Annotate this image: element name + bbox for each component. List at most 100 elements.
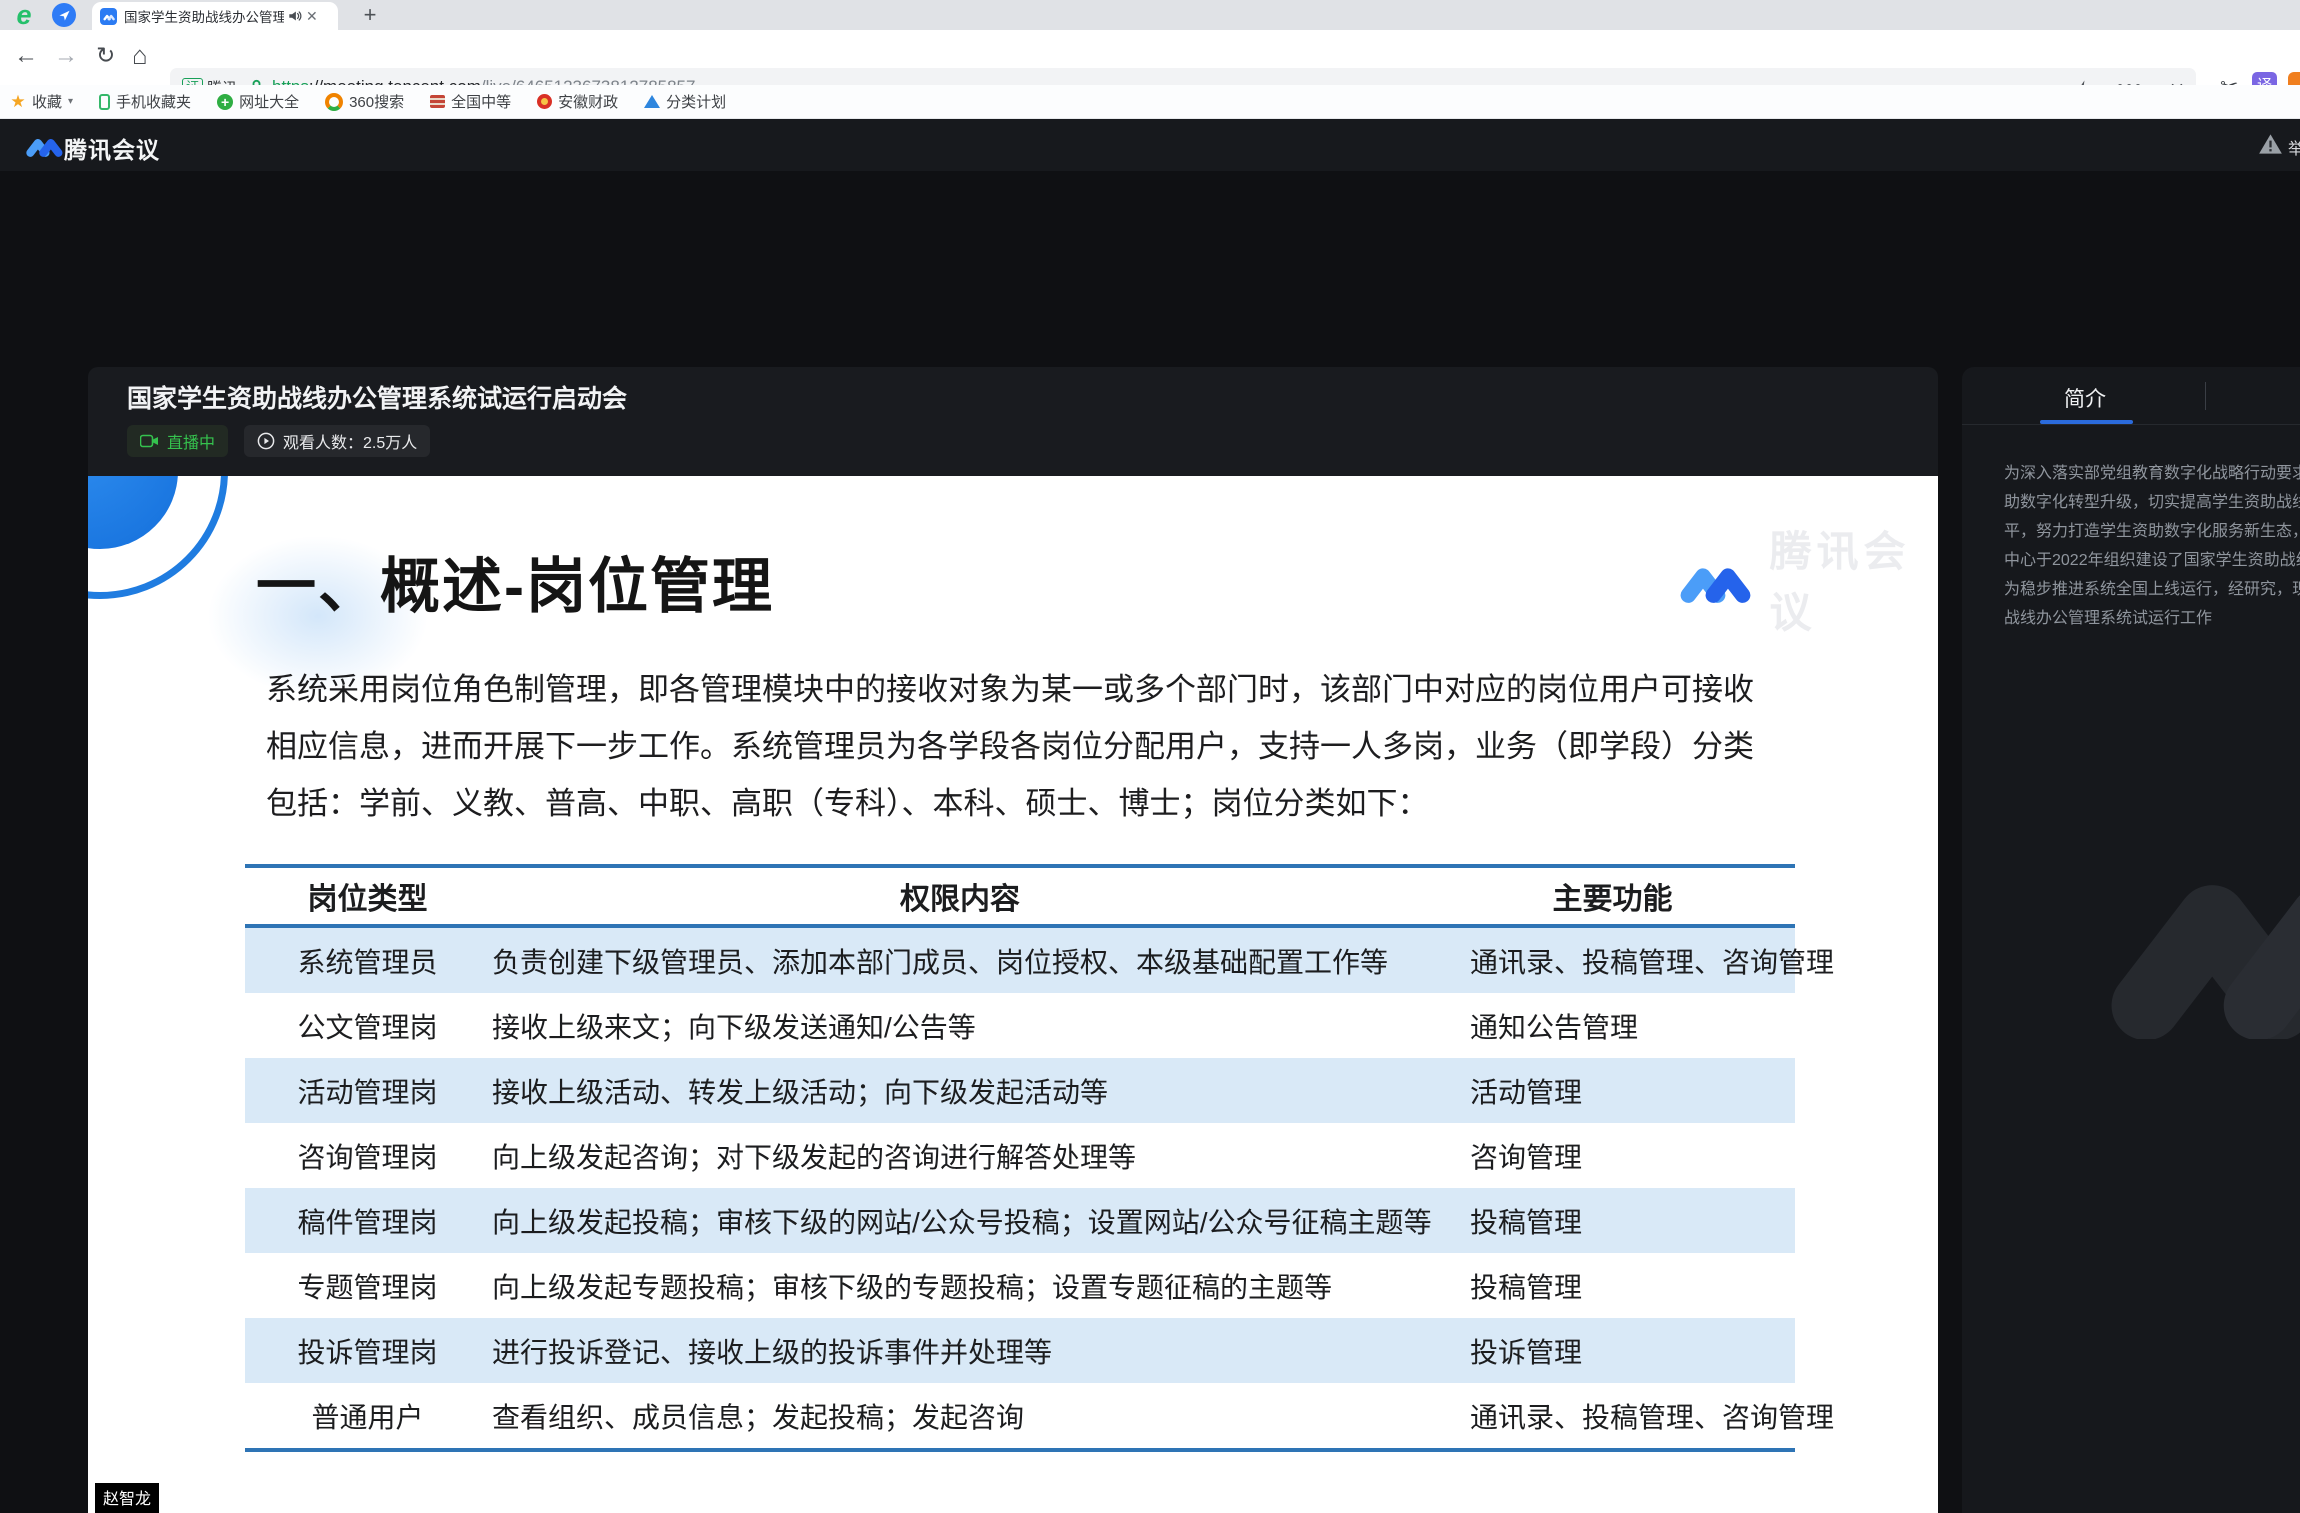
bookmark-item[interactable]: 网址大全: [217, 91, 299, 112]
table-row: 稿件管理岗向上级发起投稿；审核下级的网站/公众号投稿；设置网站/公众号征稿主题等…: [245, 1188, 1795, 1253]
bookmark-item[interactable]: 手机收藏夹: [99, 91, 191, 112]
table-cell: 普通用户: [245, 1396, 490, 1436]
paragraph-line: 相应信息，进而开展下一步工作。系统管理员为各学段各岗位分配用户，支持一人多岗，业…: [266, 718, 1754, 775]
slide-watermark: 腾讯会议: [1678, 518, 1938, 640]
slide-paragraph: 系统采用岗位角色制管理，即各管理模块中的接收对象为某一或多个部门时，该部门中对应…: [266, 661, 1754, 832]
tab-close-icon[interactable]: ✕: [306, 9, 318, 23]
table-row: 系统管理员负责创建下级管理员、添加本部门成员、岗位授权、本级基础配置工作等通讯录…: [245, 928, 1795, 993]
live-video-card: 国家学生资助战线办公管理系统试运行启动会 直播中 观看人数：2.5万人: [88, 367, 1938, 1513]
table-row: 专题管理岗向上级发起专题投稿；审核下级的专题投稿；设置专题征稿的主题等投稿管理: [245, 1253, 1795, 1318]
table-cell: 投诉管理: [1430, 1331, 1795, 1371]
bookmark-item[interactable]: 分类计划: [644, 91, 726, 112]
tencent-meeting-watermark-icon: [2100, 827, 2300, 1039]
page-background: 国家学生资助战线办公管理系统试运行启动会 直播中 观看人数：2.5万人: [0, 171, 2300, 1342]
slide-title: 一、概述-岗位管理: [256, 538, 774, 625]
description-line: 助数字化转型升级，切实提高学生资助战线办: [2004, 488, 2300, 517]
intro-description: 为深入落实部党组教育数字化战略行动要求，助数字化转型升级，切实提高学生资助战线办…: [2004, 459, 2300, 633]
table-row: 活动管理岗接收上级活动、转发上级活动；向下级发起活动等活动管理: [245, 1058, 1795, 1123]
table-row: 普通用户查看组织、成员信息；发起投稿；发起咨询通讯录、投稿管理、咨询管理: [245, 1383, 1795, 1448]
table-cell: 接收上级活动、转发上级活动；向下级发起活动等: [490, 1071, 1430, 1111]
paragraph-line: 包括：学前、义教、普高、中职、高职（专科）、本科、硕士、博士；岗位分类如下：: [266, 775, 1754, 832]
table-cell: 公文管理岗: [245, 1006, 490, 1046]
meeting-header: 腾讯会议 举: [0, 119, 2300, 172]
table-cell: 通讯录、投稿管理、咨询管理: [1430, 941, 1834, 981]
tab-speaker-icon[interactable]: [288, 9, 302, 23]
bookmark-label: 收藏: [32, 91, 62, 112]
table-cell: 接收上级来文；向下级发送通知/公告等: [490, 1006, 1430, 1046]
description-line: 战线办公管理系统试运行工作: [2004, 604, 2300, 633]
description-line: 平，努力打造学生资助数字化服务新生态，全: [2004, 517, 2300, 546]
speaker-name-tag: 赵智龙: [95, 1483, 159, 1513]
table-header-row: 岗位类型 权限内容 主要功能: [245, 868, 1795, 928]
bookmark-label: 360搜索: [349, 91, 404, 112]
table-row: 公文管理岗接收上级来文；向下级发送通知/公告等通知公告管理: [245, 993, 1795, 1058]
bookmark-item[interactable]: 360搜索: [325, 91, 404, 112]
report-link[interactable]: 举: [2288, 135, 2300, 159]
live-badge-label: 直播中: [167, 429, 215, 453]
table-cell: 咨询管理: [1430, 1136, 1795, 1176]
table-cell: 负责创建下级管理员、添加本部门成员、岗位授权、本级基础配置工作等: [490, 941, 1430, 981]
browser-tab-bar: e 国家学生资助战线办公管理 ✕: [0, 0, 2300, 30]
table-cell: 向上级发起咨询；对下级发起的咨询进行解答处理等: [490, 1136, 1430, 1176]
bookmark-item[interactable]: 安徽财政: [537, 91, 618, 112]
roles-table: 岗位类型 权限内容 主要功能 系统管理员负责创建下级管理员、添加本部门成员、岗位…: [245, 864, 1795, 1452]
play-circle-icon: [257, 432, 275, 450]
bookmark-label: 手机收藏夹: [116, 91, 191, 112]
warning-icon[interactable]: [2258, 133, 2283, 155]
paper-plane-icon: [58, 9, 71, 22]
tencent-meeting-favicon-icon: [100, 8, 117, 25]
tab-intro[interactable]: 简介: [2064, 383, 2106, 413]
watermark-text: 腾讯会议: [1769, 518, 1938, 640]
bookmark-label: 分类计划: [666, 91, 726, 112]
refresh-icon[interactable]: [96, 42, 115, 69]
paragraph-line: 系统采用岗位角色制管理，即各管理模块中的接收对象为某一或多个部门时，该部门中对应…: [266, 661, 1754, 718]
active-tab-underline: [2040, 420, 2133, 424]
meeting-sidebar: 简介 为深入落实部党组教育数字化战略行动要求，助数字化转型升级，切实提高学生资助…: [1962, 367, 2300, 1513]
browser-360-logo-icon[interactable]: e: [10, 1, 38, 29]
table-cell: 查看组织、成员信息；发起投稿；发起咨询: [490, 1396, 1430, 1436]
table-cell: 系统管理员: [245, 941, 490, 981]
nav-home-icon[interactable]: [52, 3, 76, 27]
bookmark-item[interactable]: 全国中等: [430, 91, 511, 112]
badge-row: 直播中 观看人数：2.5万人: [127, 425, 430, 457]
tab-title: 国家学生资助战线办公管理: [124, 6, 284, 26]
triangle-icon: [644, 95, 660, 108]
table-row: 投诉管理岗进行投诉登记、接收上级的投诉事件并处理等投诉管理: [245, 1318, 1795, 1383]
flag-icon: [430, 95, 445, 108]
table-cell: 投诉管理岗: [245, 1331, 490, 1371]
home-icon[interactable]: [132, 40, 148, 71]
bookmark-label: 全国中等: [451, 91, 511, 112]
bookmark-label: 安徽财政: [558, 91, 618, 112]
table-cell: 通讯录、投稿管理、咨询管理: [1430, 1396, 1834, 1436]
table-cell: 投稿管理: [1430, 1201, 1795, 1241]
tab-divider: [2205, 382, 2206, 410]
meeting-brand: 腾讯会议: [64, 131, 160, 165]
table-cell: 活动管理岗: [245, 1071, 490, 1111]
table-cell: 进行投诉登记、接收上级的投诉事件并处理等: [490, 1331, 1430, 1371]
phone-icon: [99, 94, 110, 110]
table-cell: 向上级发起专题投稿；审核下级的专题投稿；设置专题征稿的主题等: [490, 1266, 1430, 1306]
table-cell: 专题管理岗: [245, 1266, 490, 1306]
table-cell: 稿件管理岗: [245, 1201, 490, 1241]
table-cell: 通知公告管理: [1430, 1006, 1795, 1046]
bookmark-item[interactable]: 收藏 ▾: [10, 91, 73, 112]
presentation-slide: 腾讯会议 一、概述-岗位管理 系统采用岗位角色制管理，即各管理模块中的接收对象为…: [88, 476, 1938, 1513]
browser-tab-active[interactable]: 国家学生资助战线办公管理 ✕: [92, 2, 338, 30]
table-cell: 投稿管理: [1430, 1266, 1795, 1306]
description-line: 为深入落实部党组教育数字化战略行动要求，: [2004, 459, 2300, 488]
bookmark-label: 网址大全: [239, 91, 299, 112]
back-arrow-icon[interactable]: [14, 42, 38, 70]
browser-toolbar: 证 腾讯 https://meeting.tencent.com/live/64…: [0, 30, 2300, 85]
column-header: 岗位类型: [245, 874, 490, 918]
table-body: 系统管理员负责创建下级管理员、添加本部门成员、岗位授权、本级基础配置工作等通讯录…: [245, 928, 1795, 1448]
video-camera-icon: [140, 434, 159, 448]
table-row: 咨询管理岗向上级发起咨询；对下级发起的咨询进行解答处理等咨询管理: [245, 1123, 1795, 1188]
star-icon: [10, 94, 26, 110]
new-tab-button[interactable]: [356, 2, 384, 28]
column-header: 主要功能: [1430, 874, 1795, 918]
tencent-meeting-logo-icon: [25, 132, 63, 157]
table-cell: 活动管理: [1430, 1071, 1795, 1111]
caret-down-icon[interactable]: ▾: [68, 96, 73, 107]
ring-icon: [325, 93, 343, 111]
forward-arrow-icon[interactable]: [54, 42, 78, 70]
